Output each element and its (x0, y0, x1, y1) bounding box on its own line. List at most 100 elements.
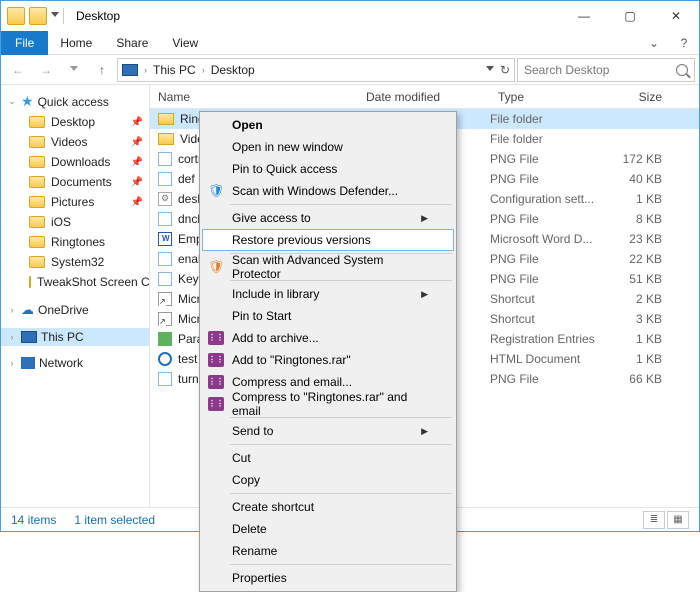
sidebar-item[interactable]: Desktop📌 (1, 112, 149, 132)
file-icon (158, 332, 172, 346)
sidebar-item[interactable]: Downloads 📌 (1, 152, 149, 172)
context-menu-label: Pin to Start (232, 309, 291, 323)
ribbon-tabs: File Home Share View ⌄ ? (1, 31, 699, 55)
context-menu-label: Restore previous versions (232, 233, 371, 247)
nav-quick-access[interactable]: ⌄ ★ Quick access (1, 91, 149, 112)
context-menu-label: Add to "Ringtones.rar" (232, 353, 351, 367)
file-type: PNG File (490, 272, 600, 286)
context-menu-item[interactable]: Cut (202, 447, 454, 469)
context-menu-label: Cut (232, 451, 251, 465)
sidebar-item-label: Desktop (51, 115, 95, 129)
nav-this-pc[interactable]: › This PC (1, 328, 149, 346)
pc-icon (122, 64, 138, 76)
crumb-sep[interactable]: › (144, 65, 147, 75)
context-menu-item[interactable]: Pin to Quick access (202, 158, 454, 180)
file-type: PNG File (490, 252, 600, 266)
context-menu-item[interactable]: Delete (202, 518, 454, 540)
file-name: def (178, 172, 195, 186)
file-icon (158, 352, 172, 366)
sidebar-item[interactable]: Pictures📌 (1, 192, 149, 212)
app-icon (7, 7, 25, 25)
pin-icon: 📌 (131, 137, 143, 148)
file-icon (158, 152, 172, 166)
sidebar-item[interactable]: Documents📌 (1, 172, 149, 192)
back-button[interactable]: ← (5, 58, 31, 82)
context-menu-item[interactable]: Rename (202, 540, 454, 562)
file-size: 3 KB (600, 312, 670, 326)
sidebar-item[interactable]: TweakShot Screen C (1, 272, 149, 292)
context-menu-item[interactable]: 🛡Scan with Windows Defender... (202, 180, 454, 202)
context-menu-item[interactable]: Create shortcut (202, 496, 454, 518)
tab-view[interactable]: View (160, 32, 210, 54)
rar-icon: ⋮⋮ (208, 396, 224, 412)
file-type: HTML Document (490, 352, 600, 366)
header-size[interactable]: Size (600, 85, 670, 109)
folder-icon (29, 176, 45, 188)
file-icon (158, 252, 172, 266)
file-type: PNG File (490, 212, 600, 226)
context-menu-item[interactable]: Include in library▶ (202, 283, 454, 305)
context-menu-item[interactable]: ⋮⋮Compress to "Ringtones.rar" and email (202, 393, 454, 415)
nav-quick-access-label: Quick access (38, 95, 109, 109)
nav-onedrive-label: OneDrive (38, 303, 89, 317)
address-bar: ← → ↑ › This PC › Desktop ↻ Search Deskt… (1, 55, 699, 85)
up-button[interactable]: ↑ (89, 58, 115, 82)
file-type: Shortcut (490, 312, 600, 326)
folder-icon (29, 276, 31, 288)
context-menu-label: Open (232, 118, 263, 132)
qat-properties-icon[interactable] (29, 7, 47, 25)
context-menu-item[interactable]: Copy (202, 469, 454, 491)
sidebar-item[interactable]: iOS (1, 212, 149, 232)
sidebar-item[interactable]: Videos📌 (1, 132, 149, 152)
submenu-arrow-icon: ▶ (421, 213, 428, 224)
context-menu-item[interactable]: Send to▶ (202, 420, 454, 442)
view-icons-button[interactable]: ▦ (667, 511, 689, 529)
context-menu-item[interactable]: Pin to Start (202, 305, 454, 327)
context-menu-item[interactable]: Open (202, 114, 454, 136)
rar-icon: ⋮⋮ (208, 374, 224, 390)
context-menu-item[interactable]: 🛡Scan with Advanced System Protector (202, 256, 454, 278)
forward-button[interactable]: → (33, 58, 59, 82)
chevron-down-icon: ⌄ (7, 96, 17, 107)
crumb-desktop[interactable]: Desktop (211, 63, 255, 77)
context-menu-item[interactable]: Restore previous versions (202, 229, 454, 251)
maximize-button[interactable]: ▢ (607, 1, 653, 31)
tab-home[interactable]: Home (48, 32, 104, 54)
nav-network[interactable]: › Network (1, 354, 149, 372)
context-menu-item[interactable]: ⋮⋮ Add to "Ringtones.rar" (202, 349, 454, 371)
sidebar-item[interactable]: Ringtones (1, 232, 149, 252)
pin-icon: 📌 (131, 197, 143, 208)
crumb-sep[interactable]: › (202, 65, 205, 75)
header-date[interactable]: Date modified (358, 85, 490, 109)
close-button[interactable]: ✕ (653, 1, 699, 31)
context-menu-item[interactable]: Open in new window (202, 136, 454, 158)
address-box[interactable]: › This PC › Desktop ↻ (117, 58, 515, 82)
address-dropdown-icon[interactable] (486, 66, 494, 74)
context-menu-item[interactable]: ⋮⋮Add to archive... (202, 327, 454, 349)
pin-icon: 📌 (131, 177, 143, 188)
tab-share[interactable]: Share (104, 32, 160, 54)
navigation-pane: ⌄ ★ Quick access Desktop📌Videos📌Download… (1, 85, 149, 507)
sidebar-item-label: Downloads (51, 155, 110, 169)
context-menu-label: Delete (232, 522, 267, 536)
header-type[interactable]: Type (490, 85, 600, 109)
file-icon (158, 312, 172, 326)
view-details-button[interactable]: ≣ (643, 511, 665, 529)
context-menu-item[interactable]: Properties (202, 567, 454, 589)
header-name[interactable]: Name (150, 85, 358, 109)
nav-onedrive[interactable]: › ☁ OneDrive (1, 300, 149, 320)
title-bar: Desktop — ▢ ✕ (1, 1, 699, 31)
minimize-button[interactable]: — (561, 1, 607, 31)
context-menu-item[interactable]: Give access to▶ (202, 207, 454, 229)
rar-icon: ⋮⋮ (208, 352, 224, 368)
recent-dropdown[interactable] (61, 58, 87, 82)
pin-icon: 📌 (131, 157, 143, 168)
file-tab[interactable]: File (1, 31, 48, 55)
sidebar-item[interactable]: System32 (1, 252, 149, 272)
ribbon-expand-icon[interactable]: ⌄ (639, 36, 669, 50)
qat-dropdown-icon[interactable] (51, 12, 59, 20)
refresh-icon[interactable]: ↻ (500, 63, 510, 77)
help-icon[interactable]: ? (669, 36, 699, 50)
crumb-this-pc[interactable]: This PC (153, 63, 196, 77)
search-input[interactable]: Search Desktop (517, 58, 695, 82)
